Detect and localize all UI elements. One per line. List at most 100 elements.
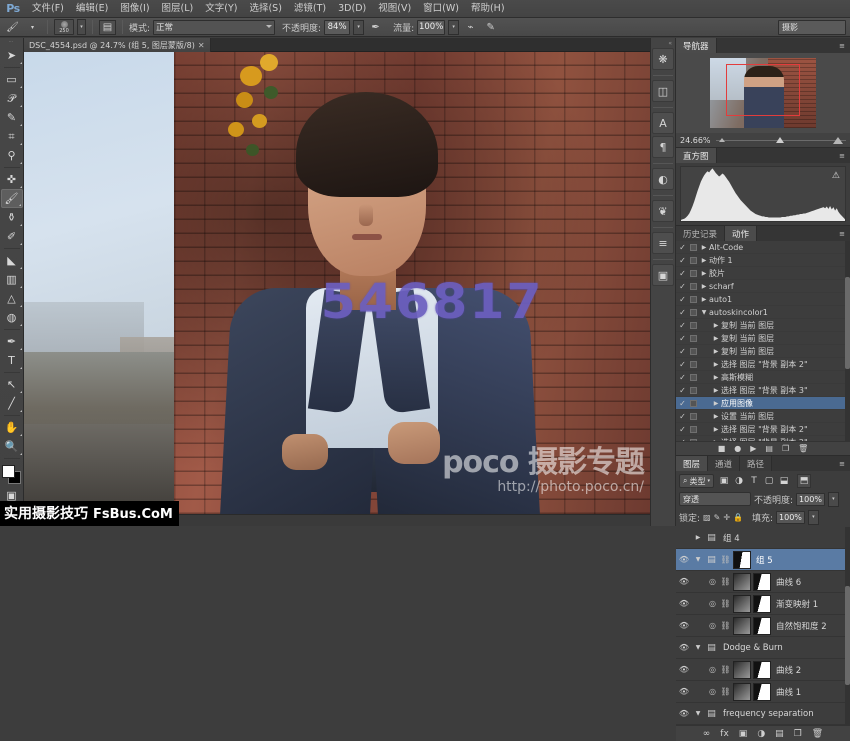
layer-row[interactable]: 👁▼▤⛓组 5 [676,549,850,571]
actions-scrollbar[interactable] [845,241,850,441]
tab-histogram[interactable]: 直方图 [676,148,717,163]
navigator-zoom-value[interactable]: 24.66% [680,136,711,145]
layer-link-icon[interactable]: ◎ [707,577,718,586]
layer-opacity-stepper[interactable]: ▾ [828,492,839,507]
airbrush-icon[interactable]: ⌁ [462,20,479,35]
action-row[interactable]: ✓▶选择 图层 "背景 副本 2" [676,423,850,436]
action-dialog-toggle[interactable] [688,322,699,329]
menu-item-3[interactable]: 图层(L) [156,0,200,18]
chevron-icon[interactable]: ▶ [699,270,709,277]
chevron-icon[interactable]: ▼ [693,710,703,717]
adjustments-panel-icon[interactable]: ◫ [652,80,674,102]
action-dialog-toggle[interactable] [688,387,699,394]
layer-thumbnail[interactable] [733,683,751,701]
menu-item-8[interactable]: 视图(V) [372,0,417,18]
layer-row[interactable]: ▶▤组 4 [676,527,850,549]
layer-mask-thumbnail[interactable] [753,661,771,679]
layer-row[interactable]: 👁◎⛓曲线 1 [676,681,850,703]
action-dialog-toggle[interactable] [688,426,699,433]
delete-action-icon[interactable]: 🗑 [798,444,808,453]
layer-row[interactable]: 👁▼▤frequency separation [676,703,850,725]
chevron-icon[interactable]: ▼ [693,644,703,651]
action-enabled-checkmark[interactable]: ✓ [677,386,688,395]
chevron-icon[interactable]: ▶ [699,296,709,303]
marquee-tool[interactable]: ▭ [1,70,23,89]
layer-thumbnail[interactable] [733,595,751,613]
lasso-tool[interactable]: 𝒫 [1,89,23,108]
chevron-icon[interactable]: ▶ [711,387,721,394]
action-enabled-checkmark[interactable]: ✓ [677,269,688,278]
layer-visibility-icon[interactable]: 👁 [677,643,691,652]
tab-channels[interactable]: 通道 [708,456,740,471]
path-selection-tool[interactable]: ↖ [1,375,23,394]
pen-tool[interactable]: ✒ [1,332,23,351]
layer-row[interactable]: 👁◎⛓曲线 2 [676,659,850,681]
action-dialog-toggle[interactable] [688,244,699,251]
action-dialog-toggle[interactable] [688,270,699,277]
adjustment-layer-icon[interactable]: ◑ [757,729,765,739]
chevron-icon[interactable]: ▶ [711,322,721,329]
flow-input[interactable]: 100% [417,20,445,35]
layer-fill-stepper[interactable]: ▾ [808,510,819,525]
layer-mask-link-icon[interactable]: ⛓ [720,665,731,674]
eyedropper-tool[interactable]: ⚲ [1,146,23,165]
action-dialog-toggle[interactable] [688,400,699,407]
stop-action-icon[interactable]: ■ [718,444,726,453]
tab-navigator[interactable]: 导航器 [676,38,717,53]
chevron-icon[interactable]: ▶ [711,400,721,407]
menu-item-9[interactable]: 窗口(W) [417,0,465,18]
action-row[interactable]: ✓▶选择 图层 "背景 副本 2" [676,436,850,441]
layer-fill-input[interactable]: 100% [776,511,805,524]
opacity-input[interactable]: 84% [324,20,350,35]
document-tab[interactable]: DSC_4554.psd @ 24.7% (组 5, 图层蒙版/8) ✕ [24,38,211,52]
filter-pixel-icon[interactable]: ▣ [717,474,731,488]
image-canvas[interactable]: 546817 poco 摄影专题 http://photo.poco.cn/ [24,52,650,514]
chevron-icon[interactable]: ▶ [711,439,721,442]
tab-history[interactable]: 历史记录 [676,226,725,241]
gradient-tool[interactable]: ▥ [1,270,23,289]
lock-transparent-icon[interactable]: ▨ [703,513,711,522]
lock-all-icon[interactable]: 🔒 [733,513,743,522]
chevron-icon[interactable]: ▶ [711,361,721,368]
new-action-set-icon[interactable]: ▤ [765,444,773,453]
layer-mask-thumbnail[interactable] [753,595,771,613]
menu-item-7[interactable]: 3D(D) [332,0,372,18]
hand-tool[interactable]: ✋ [1,418,23,437]
lock-image-icon[interactable]: ✎ [714,513,721,522]
record-action-icon[interactable]: ● [734,444,741,453]
action-row[interactable]: ✓▼autoskincolor1 [676,306,850,319]
chevron-icon[interactable]: ▶ [711,335,721,342]
histogram-panel-menu-icon[interactable]: ≡ [837,151,847,160]
color-swatches[interactable] [1,464,23,486]
chevron-icon[interactable]: ▶ [711,426,721,433]
action-row[interactable]: ✓▶高斯模糊 [676,371,850,384]
eraser-tool[interactable]: ◣ [1,251,23,270]
action-row[interactable]: ✓▶选择 图层 "背景 副本 2" [676,358,850,371]
layer-row[interactable]: 👁◎⛓曲线 6 [676,571,850,593]
action-dialog-toggle[interactable] [688,413,699,420]
navigator-slider-handle[interactable] [776,137,784,143]
crop-tool[interactable]: ⌗ [1,127,23,146]
filter-shape-icon[interactable]: ▢ [762,474,776,488]
action-dialog-toggle[interactable] [688,283,699,290]
new-layer-icon[interactable]: ❐ [794,729,802,739]
chevron-icon[interactable]: ▶ [711,374,721,381]
new-action-icon[interactable]: ❐ [782,444,789,453]
layer-style-icon[interactable]: fx [720,729,729,739]
action-row[interactable]: ✓▶胶片 [676,267,850,280]
action-enabled-checkmark[interactable]: ✓ [677,334,688,343]
quick-selection-tool[interactable]: ✎ [1,108,23,127]
filter-smart-icon[interactable]: ⬓ [777,474,791,488]
layer-mask-thumbnail[interactable] [733,551,751,569]
action-dialog-toggle[interactable] [688,257,699,264]
brush-panel-toggle-icon[interactable]: ▤ [99,20,116,35]
play-action-icon[interactable]: ▶ [750,444,756,453]
filter-adjustment-icon[interactable]: ◑ [732,474,746,488]
layer-mask-thumbnail[interactable] [753,617,771,635]
blend-mode-select[interactable]: 正常 [153,20,275,35]
history-brush-tool[interactable]: ✐ [1,227,23,246]
menu-item-5[interactable]: 选择(S) [243,0,287,18]
layer-opacity-input[interactable]: 100% [796,493,825,506]
layer-visibility-icon[interactable]: 👁 [677,621,691,630]
action-row[interactable]: ✓▶应用图像 [676,397,850,410]
